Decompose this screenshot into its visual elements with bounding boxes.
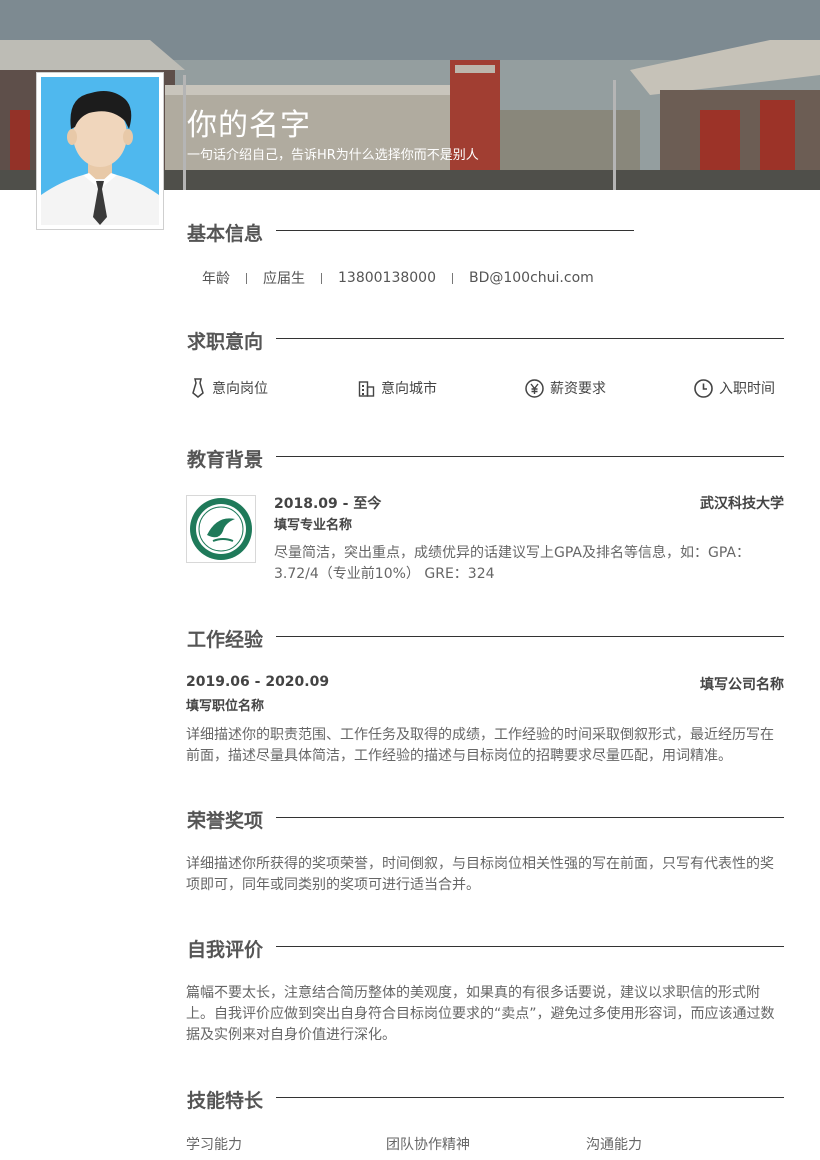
- section-title-basic: 基本信息: [187, 219, 276, 246]
- basic-email: BD@100chui.com: [468, 270, 594, 286]
- yen-icon: [525, 378, 544, 398]
- education-description: 尽量简洁，突出重点，成绩优异的话建议写上GPA及排名等信息，如：GPA：3.72…: [274, 545, 750, 582]
- work-position: 填写职位名称: [186, 699, 265, 714]
- section-divider: [276, 817, 784, 818]
- section-title-self: 自我评价: [187, 935, 276, 962]
- skill-item: 学习能力: [186, 1137, 242, 1153]
- work-company: 填写公司名称: [700, 677, 784, 693]
- section-divider: [276, 456, 784, 457]
- education-major: 填写专业名称: [274, 518, 353, 533]
- avatar: [36, 72, 164, 230]
- education-school: 武汉科技大学: [700, 496, 784, 512]
- section-divider: [276, 636, 784, 637]
- section-title-education: 教育背景: [187, 445, 276, 472]
- intent-start-time: 入职时间: [694, 378, 775, 398]
- basic-status: 应届生: [263, 271, 305, 287]
- section-title-skills: 技能特长: [187, 1086, 276, 1113]
- section-divider: [276, 230, 634, 231]
- separator: [246, 272, 247, 284]
- honors-description: 详细描述你所获得的奖项荣誉，时间倒叙，与目标岗位相关性强的写在前面，只写有代表性…: [186, 856, 774, 893]
- education-period: 2018.09 - 至今: [274, 496, 382, 512]
- intent-city-label: 意向城市: [381, 381, 437, 397]
- clock-icon: [694, 378, 713, 398]
- work-description: 详细描述你的职责范围、工作任务及取得的成绩，工作经验的时间采取倒叙形式，最近经历…: [186, 727, 774, 764]
- basic-phone: 13800138000: [338, 270, 436, 286]
- school-emblem-icon: [190, 498, 252, 560]
- separator: [321, 272, 322, 284]
- intent-salary: 薪资要求: [525, 378, 606, 398]
- candidate-tagline: 一句话介绍自己，告诉HR为什么选择你而不是别人: [187, 148, 479, 163]
- basic-info-row: 年龄 应届生 13800138000 BD@100chui.com: [202, 268, 594, 288]
- intent-salary-label: 薪资要求: [550, 381, 606, 397]
- skill-item: 沟通能力: [586, 1137, 642, 1153]
- basic-age: 年龄: [202, 271, 230, 287]
- section-title-intent: 求职意向: [187, 327, 276, 354]
- intent-position-label: 意向岗位: [212, 381, 268, 397]
- separator: [451, 272, 453, 284]
- section-divider: [276, 946, 784, 947]
- section-title-honors: 荣誉奖项: [187, 806, 276, 833]
- school-logo: [186, 495, 256, 563]
- section-divider: [276, 1097, 784, 1098]
- work-period: 2019.06 - 2020.09: [186, 674, 330, 690]
- intent-start-time-label: 入职时间: [719, 381, 775, 397]
- person-avatar-icon: [41, 77, 159, 225]
- self-description: 篇幅不要太长，注意结合简历整体的美观度，如果真的有很多话要说，建议以求职信的形式…: [186, 985, 775, 1043]
- section-divider: [276, 338, 784, 339]
- skill-item: 团队协作精神: [386, 1137, 470, 1153]
- tie-icon: [192, 378, 204, 398]
- section-title-work: 工作经验: [187, 625, 276, 652]
- intent-city: 意向城市: [358, 378, 437, 398]
- building-icon: [358, 380, 375, 397]
- intent-position: 意向岗位: [190, 378, 268, 398]
- candidate-name: 你的名字: [187, 108, 311, 143]
